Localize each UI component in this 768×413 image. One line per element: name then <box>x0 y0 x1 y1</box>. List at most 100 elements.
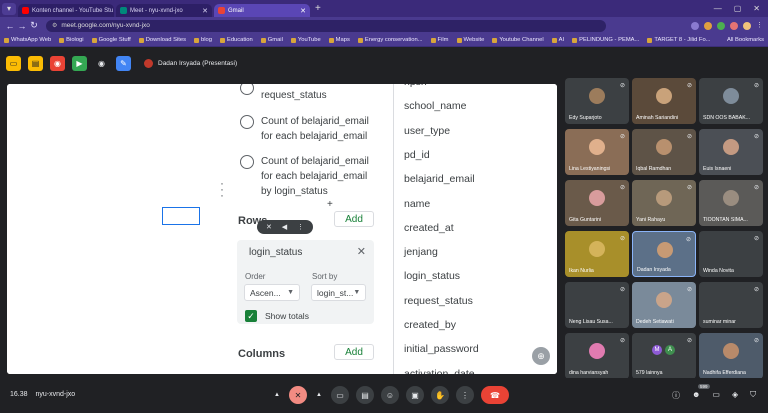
selected-cell[interactable] <box>162 207 200 225</box>
back-icon[interactable]: ← <box>4 21 16 31</box>
field-item[interactable]: initial_password <box>404 343 479 355</box>
show-totals-checkbox[interactable]: ✓ <box>245 310 257 322</box>
more-icon[interactable]: ⋮ <box>297 223 304 231</box>
participant-tile[interactable]: ⊘ Yani Rahayu <box>632 180 696 226</box>
suggestion-option[interactable]: request_status <box>240 84 361 103</box>
bookmark-item[interactable]: Energy conservation... <box>357 37 423 43</box>
raise-hand-button[interactable]: ✋ <box>431 386 449 404</box>
pen-icon[interactable]: ✎ <box>116 56 131 71</box>
bookmark-item[interactable]: Education <box>219 37 253 43</box>
suggestion-option[interactable]: Count of belajarid_email for each belaja… <box>240 154 371 199</box>
camera-button[interactable]: ▭ <box>331 386 349 404</box>
extension-icon[interactable] <box>730 21 738 30</box>
eye-icon[interactable]: ◉ <box>94 56 109 71</box>
field-item[interactable]: school_name <box>404 100 466 112</box>
field-item[interactable]: name <box>404 198 430 210</box>
lock-icon[interactable]: ⛉ <box>750 390 756 401</box>
bookmark-item[interactable]: Biologi <box>59 37 84 43</box>
extension-icon[interactable] <box>717 21 725 30</box>
participant-tile[interactable]: ⊘ TIOONTAN SIMA... <box>699 180 763 226</box>
speaker-icon[interactable]: ◀ <box>282 223 287 231</box>
bookmark-item[interactable]: Maps <box>328 37 350 43</box>
forward-icon[interactable]: → <box>16 21 28 31</box>
chat-icon[interactable]: ▭ <box>712 390 720 401</box>
video-options-icon[interactable]: ▲ <box>314 386 324 404</box>
bookmark-item[interactable]: YouTube <box>290 37 321 43</box>
mic-off-icon[interactable]: ✕ <box>266 223 272 231</box>
bookmark-item[interactable]: Google Stuff <box>91 37 131 43</box>
participant-tile[interactable]: ⊘ Iqbal Ramdhan <box>632 129 696 175</box>
participant-tile[interactable]: ⊘ Winda Novita <box>699 231 763 277</box>
people-icon[interactable]: ☻ <box>692 390 700 401</box>
close-icon[interactable]: ✕ <box>113 7 114 15</box>
video-icon[interactable]: ▶ <box>72 56 87 71</box>
bookmark-item[interactable]: TARGET 8 - Jilid Fo... <box>647 37 711 43</box>
field-item[interactable]: created_by <box>404 319 456 331</box>
field-item[interactable]: user_type <box>404 125 450 137</box>
close-icon[interactable]: ✕ <box>357 245 366 258</box>
add-columns-button[interactable]: Add <box>334 344 374 360</box>
field-item[interactable]: jenjang <box>404 246 438 258</box>
field-item[interactable]: belajarid_email <box>404 173 475 185</box>
participant-tile[interactable]: ⊘ Euis Isnaeni <box>699 129 763 175</box>
tab-youtube-studio[interactable]: Konten channel - YouTube Stu ✕ <box>18 4 114 17</box>
tab-search-icon[interactable]: ▾ <box>2 2 16 15</box>
field-item[interactable]: pd_id <box>404 149 430 161</box>
close-icon[interactable]: ✕ <box>297 7 306 15</box>
captions-button[interactable]: ▤ <box>356 386 374 404</box>
participant-tile[interactable]: ⊘ Edy Suparjoto <box>565 78 629 124</box>
participant-tile[interactable]: ⊘ SDN OOS BABAK... <box>699 78 763 124</box>
bookmark-item[interactable]: blog <box>193 37 212 43</box>
participant-tile[interactable]: ⊘ Dadan Irsyada <box>632 231 696 277</box>
radio-button[interactable] <box>240 155 254 169</box>
bookmark-item[interactable]: AI <box>551 37 564 43</box>
field-item[interactable]: created_at <box>404 222 454 234</box>
minimize-icon[interactable]: — <box>714 4 722 13</box>
close-window-icon[interactable]: ✕ <box>753 4 760 13</box>
add-rows-button[interactable]: Add <box>334 211 374 227</box>
present-button[interactable]: ▣ <box>406 386 424 404</box>
tab-meet[interactable]: Meet - nyu-xvnd-jxo ✕ <box>116 4 212 17</box>
participant-tile[interactable]: ⊘ suminar minar <box>699 282 763 328</box>
audio-options-icon[interactable]: ▲ <box>272 386 282 404</box>
bookmark-item[interactable]: WhatsApp Web <box>4 37 51 43</box>
bookmark-item[interactable]: Film <box>430 37 449 43</box>
participant-tile[interactable]: ⊘ Aminah Sariandini <box>632 78 696 124</box>
new-tab-button[interactable]: + <box>315 3 321 14</box>
extension-icon[interactable] <box>691 21 699 30</box>
participant-tile[interactable]: ⊘ Ikan Nurlia <box>565 231 629 277</box>
mic-off-button[interactable]: ✕ <box>289 386 307 404</box>
document-icon[interactable]: ▤ <box>28 56 43 71</box>
field-item[interactable]: npsn <box>404 84 427 88</box>
emoji-button[interactable]: ☺ <box>381 386 399 404</box>
leave-call-button[interactable]: ☎ <box>481 386 509 404</box>
broadcast-icon[interactable]: ◉ <box>50 56 65 71</box>
all-bookmarks-button[interactable]: All Bookmarks <box>727 37 764 43</box>
participant-tile[interactable]: ⊘ dina harviansyah <box>565 333 629 379</box>
participant-tile[interactable]: ⊘ Dedeh Setiawati <box>632 282 696 328</box>
more-options-button[interactable]: ⋮ <box>456 386 474 404</box>
sort-by-select[interactable]: login_st... ▼ <box>311 284 366 301</box>
radio-button[interactable] <box>240 84 254 95</box>
drag-handle-icon[interactable]: · · · <box>220 177 224 201</box>
folder-icon[interactable]: ▭ <box>6 56 21 71</box>
zoom-icon[interactable]: ⊕ <box>532 347 550 365</box>
suggestion-option[interactable]: Count of belajarid_email for each belaja… <box>240 114 371 144</box>
reload-icon[interactable]: ↻ <box>28 20 40 31</box>
tab-gmail[interactable]: Gmail ✕ <box>214 4 310 17</box>
order-select[interactable]: Ascen... ▼ <box>244 284 300 301</box>
field-item[interactable]: request_status <box>404 295 473 307</box>
bookmark-item[interactable]: PELINDUNG - PEMA... <box>572 37 639 43</box>
site-info-icon[interactable]: ⚙ <box>52 22 57 29</box>
bookmark-item[interactable]: Youtube Channel <box>492 37 544 43</box>
participant-tile[interactable]: ⊘ Lina Lestiyaningsi <box>565 129 629 175</box>
profile-avatar-icon[interactable] <box>743 21 751 30</box>
activities-icon[interactable]: ◈ <box>732 390 738 401</box>
info-icon[interactable]: ⓘ <box>672 390 680 401</box>
field-item[interactable]: activation_date <box>404 368 475 374</box>
maximize-icon[interactable]: ▢ <box>734 4 742 13</box>
participant-tile[interactable]: ⊘ Nadhifa Efferdiana <box>699 333 763 379</box>
extension-icon[interactable] <box>704 21 712 30</box>
close-icon[interactable]: ✕ <box>199 7 208 15</box>
bookmark-item[interactable]: Gmail <box>260 37 283 43</box>
